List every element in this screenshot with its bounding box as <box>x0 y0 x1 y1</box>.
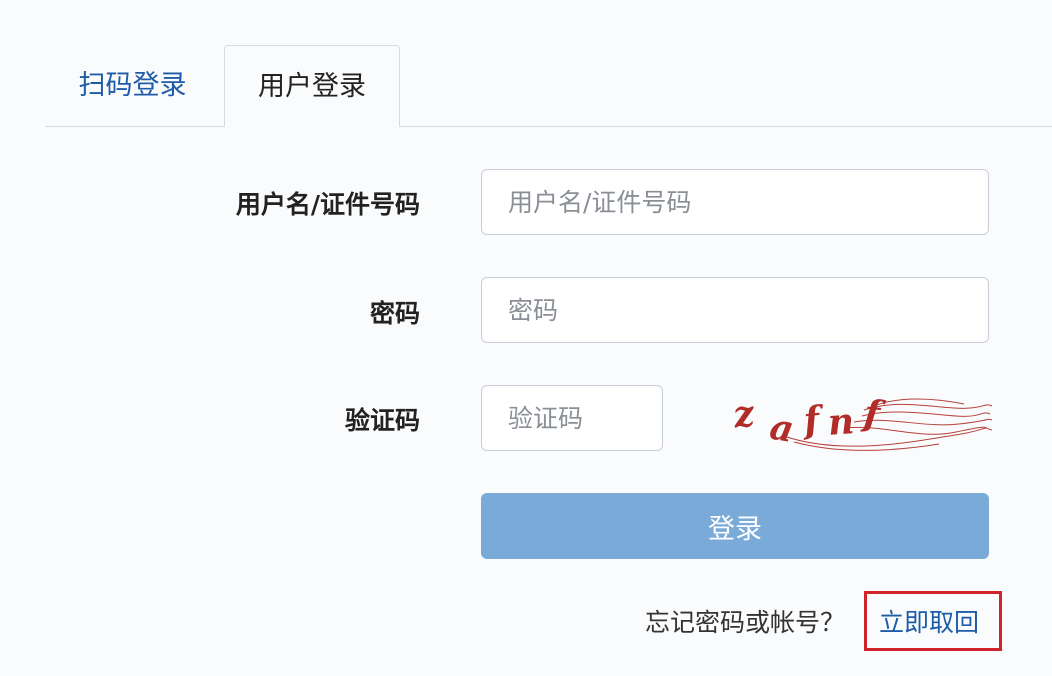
username-input[interactable] <box>481 169 989 235</box>
captcha-image[interactable]: z a f n f <box>724 388 994 458</box>
captcha-char: n <box>826 400 855 444</box>
recover-link[interactable]: 立即取回 <box>879 603 979 639</box>
captcha-label: 验证码 <box>344 406 420 435</box>
captcha-char: a <box>767 406 797 451</box>
password-input[interactable] <box>481 277 989 343</box>
tab-user-login[interactable]: 用户登录 <box>224 45 400 127</box>
captcha-input[interactable] <box>481 385 663 451</box>
login-button[interactable]: 登录 <box>481 493 989 559</box>
tab-qr-login[interactable]: 扫码登录 <box>60 45 205 127</box>
captcha-char: f <box>799 398 827 442</box>
password-label: 密码 <box>369 299 420 328</box>
forgot-account-text: 忘记密码或帐号？ <box>645 608 846 637</box>
login-page: 扫码登录 用户登录 用户名/证件号码 密码 验证码 z a f n f 登录 忘… <box>0 0 1052 676</box>
username-label: 用户名/证件号码 <box>235 190 420 219</box>
captcha-char: z <box>730 392 759 437</box>
